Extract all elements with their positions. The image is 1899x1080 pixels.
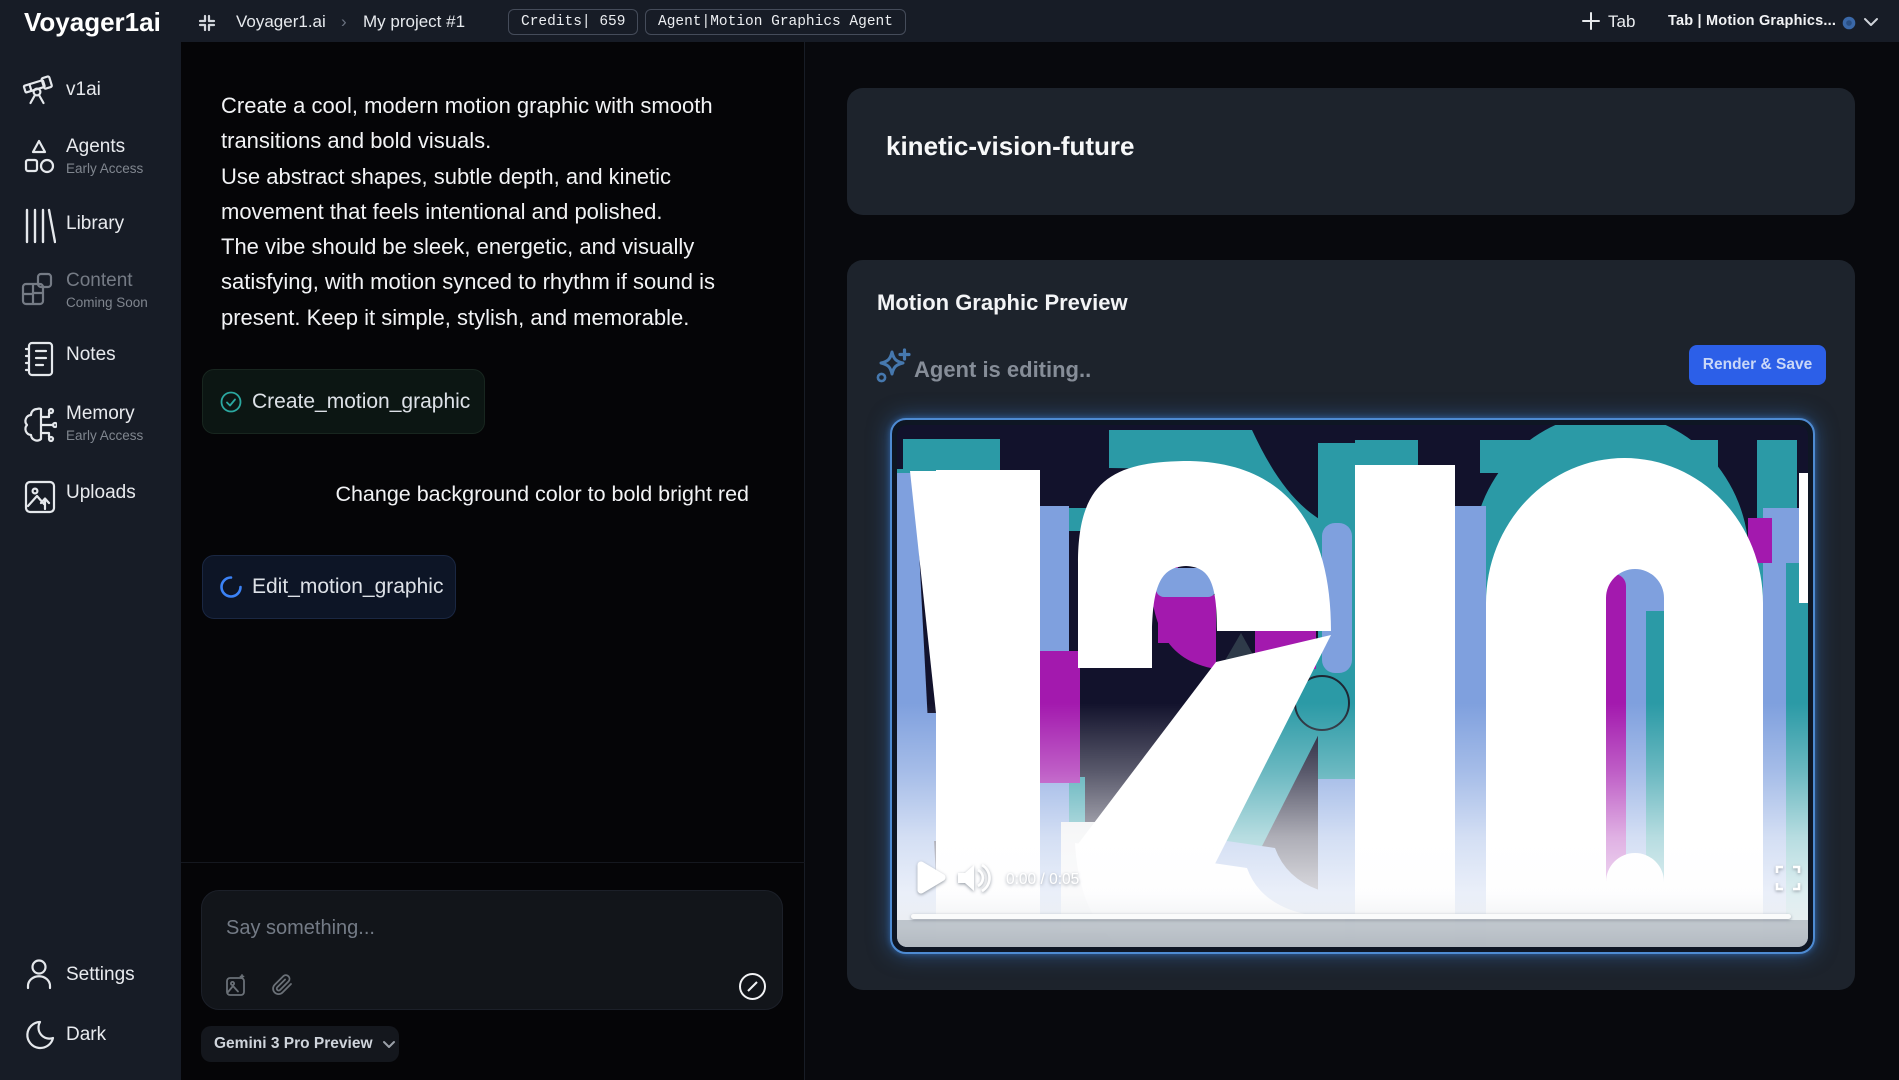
svg-text:0:00 / 0:05: 0:00 / 0:05 — [1006, 871, 1079, 888]
